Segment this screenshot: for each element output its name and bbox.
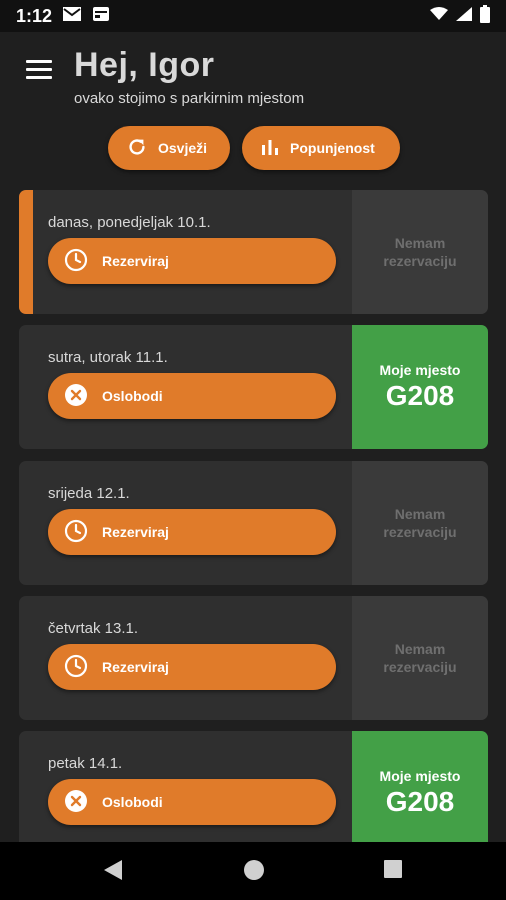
status-line1: Nemam: [394, 235, 446, 251]
status-bar: 1:12: [0, 0, 506, 32]
home-icon[interactable]: [243, 859, 265, 886]
spot-code: G208: [385, 786, 455, 817]
reserve-label: Rezerviraj: [102, 659, 169, 675]
release-label: Oslobodi: [102, 388, 163, 404]
reserve-label: Rezerviraj: [102, 253, 169, 269]
recent-apps-icon[interactable]: [383, 859, 403, 884]
status-line2: rezervaciju: [383, 253, 457, 269]
header: Hej, Igor ovako stojimo s parkirnim mjes…: [0, 32, 506, 122]
status-right: [430, 4, 490, 28]
system-nav-bar: [0, 842, 506, 900]
reserve-label: Rezerviraj: [102, 524, 169, 540]
day-date: srijeda 12.1.: [48, 485, 130, 502]
signal-icon: [456, 6, 472, 26]
bar-chart-icon: [260, 137, 280, 160]
day-date: četvrtak 13.1.: [48, 620, 139, 637]
reservation-status: Nemam rezervaciju: [352, 596, 488, 720]
status-time: 1:12: [16, 5, 53, 26]
status-left: 1:12: [16, 6, 110, 27]
menu-icon[interactable]: [26, 60, 52, 80]
battery-icon: [480, 4, 490, 28]
close-circle-icon: [64, 383, 88, 410]
clock-icon: [64, 519, 88, 546]
page-subtitle: ovako stojimo s parkirnim mjestom: [74, 90, 305, 107]
page-title: Hej, Igor: [74, 46, 215, 84]
release-label: Oslobodi: [102, 794, 163, 810]
day-card: petak 14.1. Oslobodi Moje mjesto G208: [19, 731, 488, 855]
day-date: danas, ponedjeljak 10.1.: [48, 214, 211, 231]
reservation-status: Nemam rezervaciju: [352, 190, 488, 314]
day-date: petak 14.1.: [48, 755, 123, 772]
spot-label: Moje mjesto: [379, 768, 461, 784]
gmail-icon: [62, 6, 82, 27]
reservation-status: Moje mjesto G208: [352, 731, 488, 855]
reserve-button[interactable]: Rezerviraj: [48, 644, 336, 690]
clock-icon: [64, 248, 88, 275]
release-button[interactable]: Oslobodi: [48, 779, 336, 825]
status-line1: Nemam: [394, 506, 446, 522]
status-line1: Nemam: [394, 641, 446, 657]
close-circle-icon: [64, 789, 88, 816]
release-button[interactable]: Oslobodi: [48, 373, 336, 419]
day-card: četvrtak 13.1. Rezerviraj Nemam rezervac…: [19, 596, 488, 720]
wifi-icon: [430, 6, 448, 26]
day-card: srijeda 12.1. Rezerviraj Nemam rezervaci…: [19, 461, 488, 585]
reservation-status: Nemam rezervaciju: [352, 461, 488, 585]
day-card: sutra, utorak 11.1. Oslobodi Moje mjesto…: [19, 325, 488, 449]
refresh-label: Osvježi: [158, 140, 208, 156]
reserve-button[interactable]: Rezerviraj: [48, 509, 336, 555]
spot-label: Moje mjesto: [379, 362, 461, 378]
top-actions: Osvježi Popunjenost: [0, 126, 506, 172]
reserve-button[interactable]: Rezerviraj: [48, 238, 336, 284]
status-line2: rezervaciju: [383, 524, 457, 540]
spot-code: G208: [385, 380, 455, 411]
today-indicator: [19, 190, 33, 314]
reservation-status: Moje mjesto G208: [352, 325, 488, 449]
refresh-icon: [126, 136, 148, 161]
day-date: sutra, utorak 11.1.: [48, 349, 168, 366]
occupancy-button[interactable]: Popunjenost: [242, 126, 400, 170]
refresh-button[interactable]: Osvježi: [108, 126, 230, 170]
calendar-notification-icon: [92, 6, 110, 27]
occupancy-label: Popunjenost: [290, 140, 375, 156]
clock-icon: [64, 654, 88, 681]
back-icon[interactable]: [103, 859, 123, 886]
day-card: danas, ponedjeljak 10.1. Rezerviraj Nema…: [19, 190, 488, 314]
status-line2: rezervaciju: [383, 659, 457, 675]
